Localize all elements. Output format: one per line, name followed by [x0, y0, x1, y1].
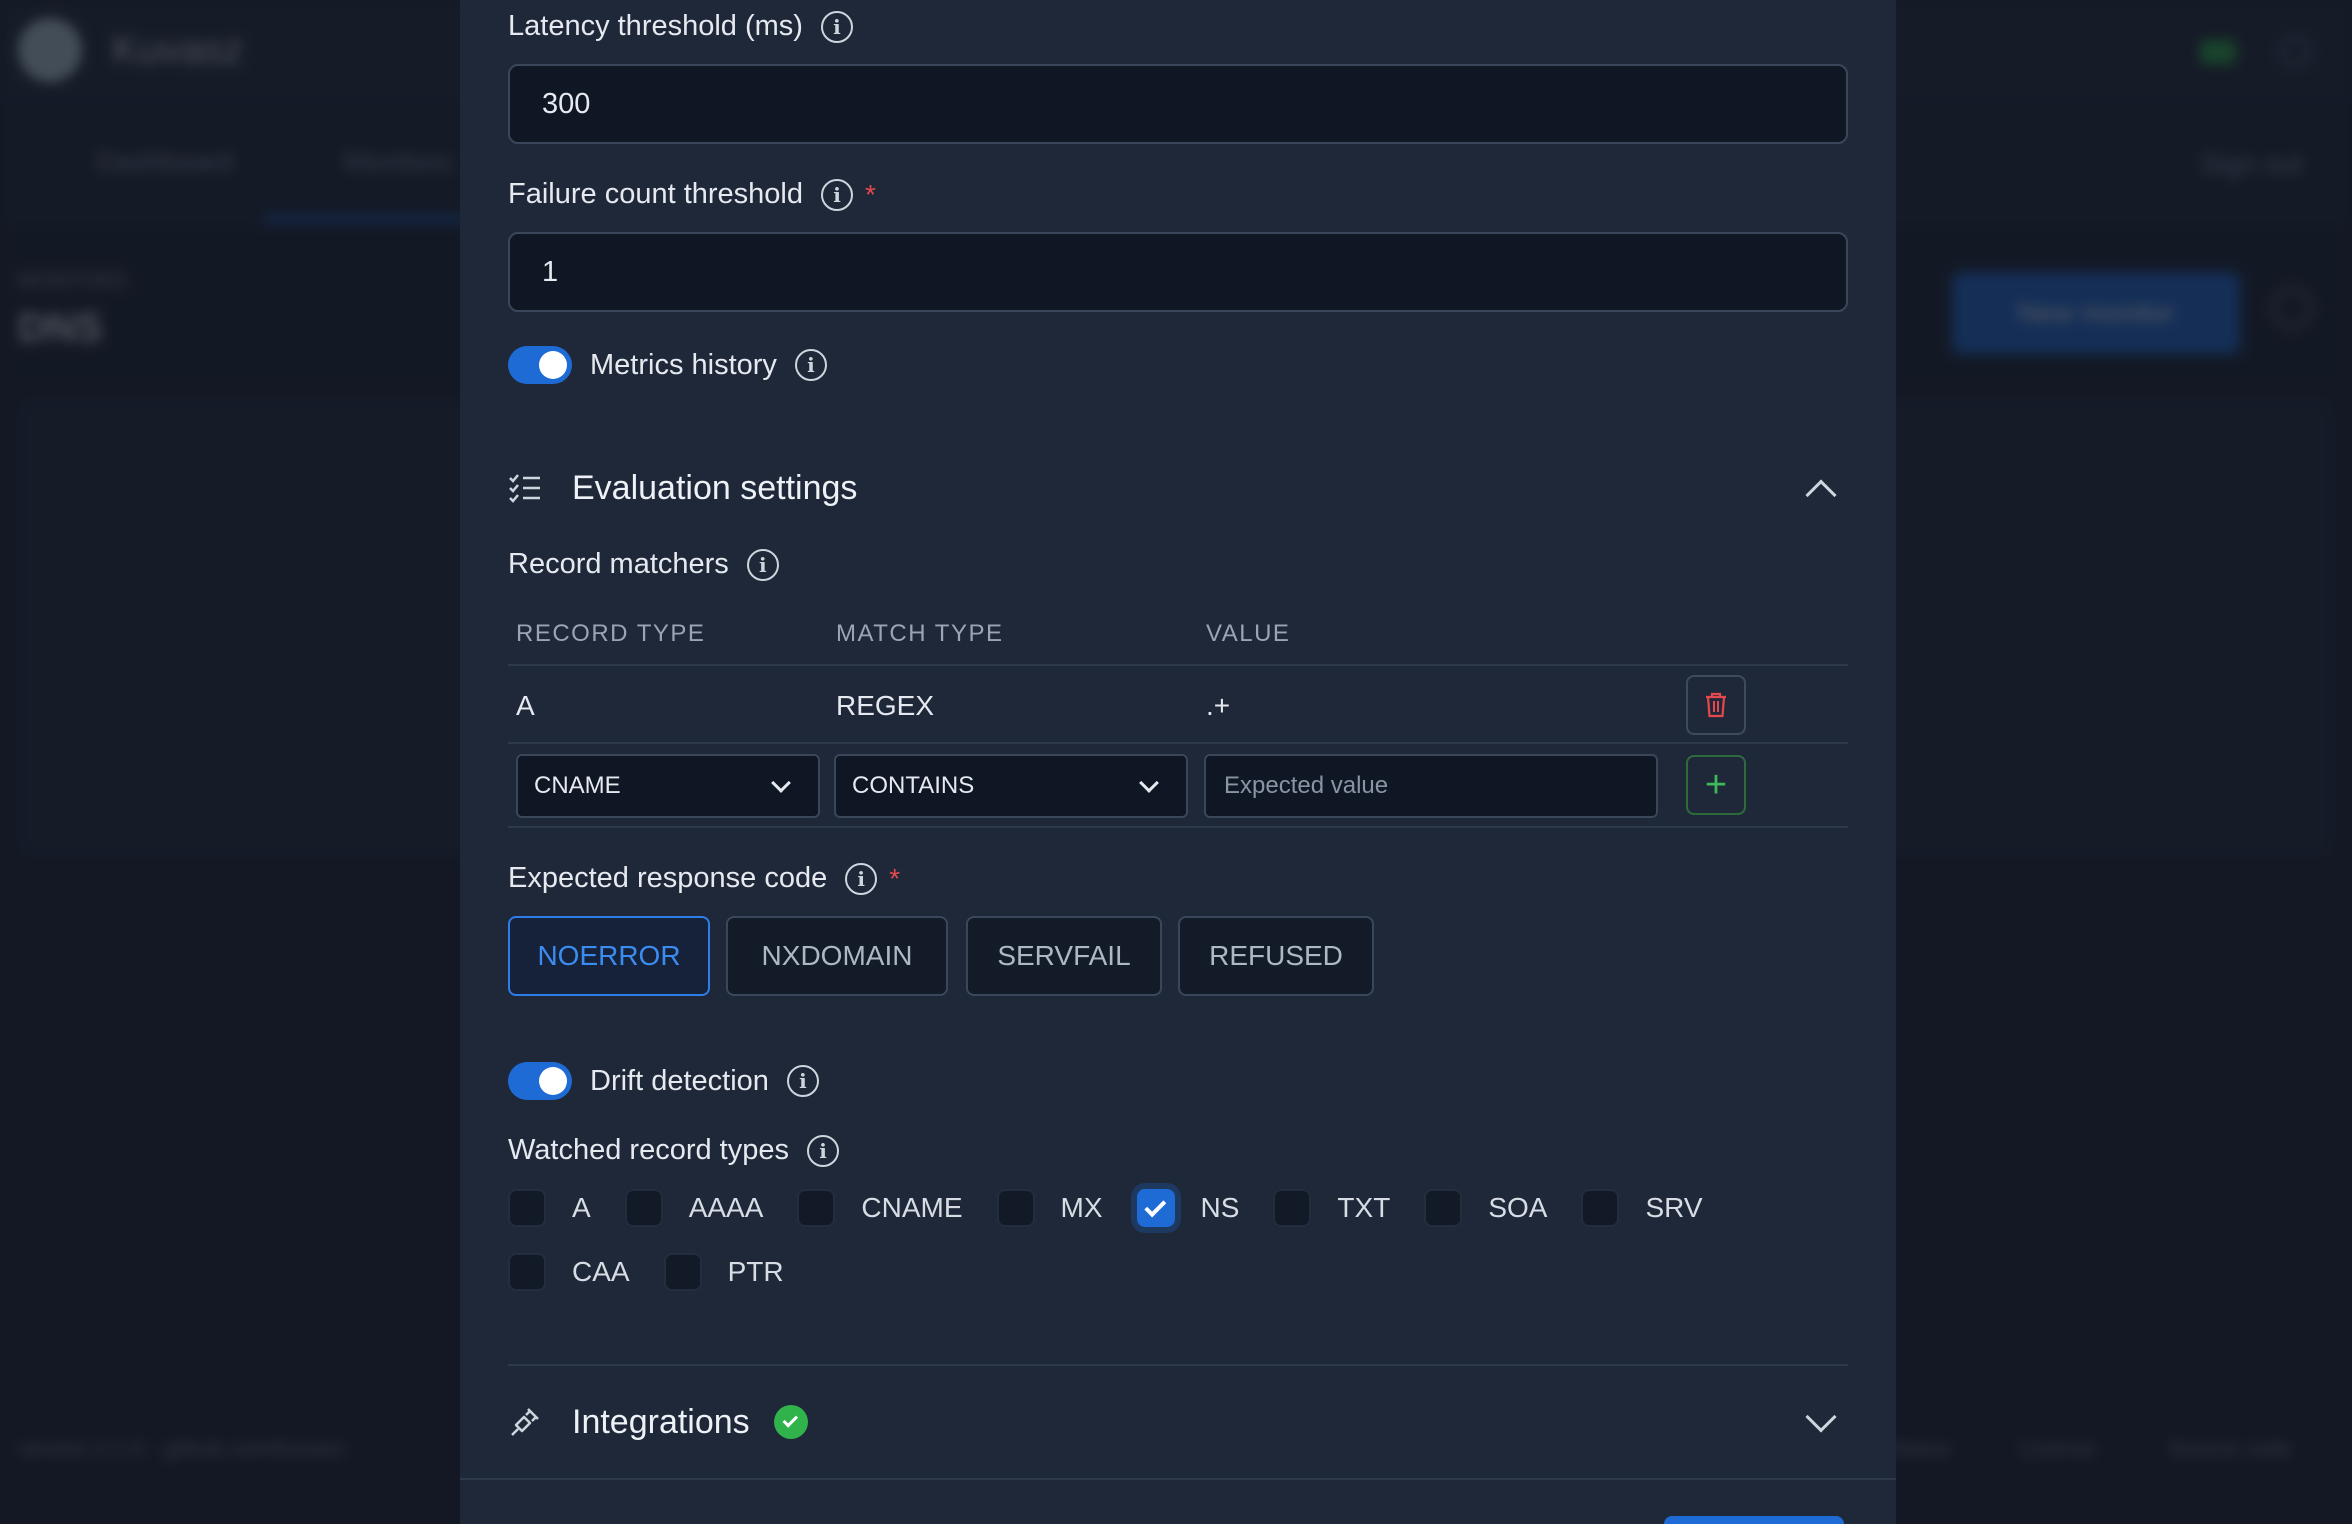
failure-label-row: Failure count threshold i * — [508, 178, 876, 211]
checkbox-ns[interactable] — [1136, 1189, 1175, 1227]
chevron-up-icon[interactable] — [1805, 479, 1837, 511]
watched-type-mx[interactable]: MX — [996, 1189, 1103, 1227]
record-matchers-label: Record matchers — [508, 548, 729, 580]
watched-type-ptr[interactable]: PTR — [663, 1253, 784, 1291]
response-code-servfail[interactable]: SERVFAIL — [966, 916, 1162, 996]
checkbox-label: NS — [1200, 1192, 1240, 1223]
checkbox-srv[interactable] — [1581, 1189, 1620, 1227]
column-header-record-type: RECORD TYPE — [516, 620, 706, 647]
chevron-down-icon[interactable] — [1805, 1401, 1837, 1433]
failure-count-input[interactable]: 1 — [508, 232, 1848, 312]
response-code-noerror[interactable]: NOERROR — [508, 916, 710, 996]
checkbox-mx[interactable] — [996, 1189, 1035, 1227]
match-type-select-value: CONTAINS — [852, 772, 975, 799]
watched-type-ns[interactable]: NS — [1136, 1189, 1240, 1227]
checkbox-aaaa[interactable] — [624, 1189, 663, 1227]
watched-type-txt[interactable]: TXT — [1273, 1189, 1390, 1227]
info-icon[interactable]: i — [820, 10, 853, 43]
drift-detection-row: Drift detection i — [508, 1062, 819, 1100]
check-icon — [1143, 1194, 1166, 1217]
match-type-select[interactable]: CONTAINS — [834, 754, 1188, 818]
watched-types-row-1: A AAAA CNAME MX NS TXT SOA SRV — [508, 1189, 1737, 1227]
watched-type-srv[interactable]: SRV — [1581, 1189, 1703, 1227]
table-divider — [508, 664, 1848, 666]
checkbox-label: SRV — [1645, 1192, 1703, 1223]
checkbox-a[interactable] — [508, 1189, 546, 1227]
watched-type-cname[interactable]: CNAME — [797, 1189, 963, 1227]
response-code-label-row: Expected response code i * — [508, 862, 900, 895]
response-code-refused[interactable]: REFUSED — [1178, 916, 1374, 996]
checkbox-label: CNAME — [861, 1192, 963, 1223]
watched-type-soa[interactable]: SOA — [1424, 1189, 1547, 1227]
info-icon[interactable]: i — [845, 862, 878, 895]
latency-threshold-input[interactable]: 300 — [508, 64, 1848, 144]
evaluation-settings-header[interactable]: Evaluation settings — [508, 458, 1848, 518]
required-marker: * — [865, 178, 876, 210]
evaluation-settings-title: Evaluation settings — [572, 468, 858, 507]
metrics-history-label: Metrics history — [590, 348, 777, 381]
checkbox-txt[interactable] — [1273, 1189, 1312, 1227]
row-record-type: A — [516, 690, 535, 721]
checklist-icon — [509, 474, 540, 503]
watched-types-label-row: Watched record types i — [508, 1134, 839, 1167]
integrations-title: Integrations — [572, 1402, 750, 1441]
info-icon[interactable]: i — [746, 548, 779, 581]
record-matchers-label-row: Record matchers i — [508, 548, 779, 581]
checkbox-ptr[interactable] — [663, 1253, 702, 1291]
metrics-history-row: Metrics history i — [508, 346, 827, 384]
checkbox-cname[interactable] — [797, 1189, 836, 1227]
drift-detection-label: Drift detection — [590, 1064, 769, 1097]
checkbox-label: TXT — [1337, 1192, 1391, 1223]
info-icon[interactable]: i — [786, 1065, 819, 1097]
failure-label: Failure count threshold — [508, 178, 803, 210]
success-check-icon — [773, 1405, 808, 1439]
table-divider — [508, 826, 1848, 828]
checkbox-caa[interactable] — [508, 1253, 546, 1291]
add-row-button[interactable]: + — [1686, 755, 1746, 815]
metrics-history-toggle[interactable] — [508, 346, 572, 384]
delete-row-button[interactable] — [1686, 675, 1746, 735]
watched-types-row-2: CAA PTR — [508, 1253, 818, 1291]
chevron-down-icon — [771, 773, 791, 793]
watched-types-label: Watched record types — [508, 1134, 789, 1166]
chevron-down-icon — [1139, 773, 1159, 793]
latency-label: Latency threshold (ms) — [508, 10, 803, 42]
expected-value-input[interactable]: Expected value — [1204, 754, 1658, 818]
checkbox-label: CAA — [572, 1256, 630, 1287]
row-value: .+ — [1206, 690, 1231, 721]
integrations-header[interactable]: Integrations — [508, 1392, 1848, 1452]
checkbox-soa[interactable] — [1424, 1189, 1463, 1227]
column-header-value: VALUE — [1206, 620, 1291, 647]
checkbox-label: AAAA — [688, 1192, 764, 1223]
submit-button[interactable] — [1664, 1516, 1844, 1524]
info-icon[interactable]: i — [794, 349, 827, 381]
checkbox-label: SOA — [1488, 1192, 1548, 1223]
checkbox-label: A — [572, 1192, 591, 1223]
plus-icon: + — [1704, 764, 1728, 806]
required-marker: * — [889, 862, 901, 894]
watched-type-a[interactable]: A — [508, 1189, 591, 1227]
response-code-nxdomain[interactable]: NXDOMAIN — [726, 916, 948, 996]
table-divider — [508, 742, 1848, 744]
section-divider — [508, 1364, 1848, 1366]
footer-divider — [460, 1478, 1896, 1480]
trash-icon — [1706, 692, 1726, 718]
column-header-match-type: MATCH TYPE — [836, 620, 1004, 647]
record-type-select[interactable]: CNAME — [516, 754, 820, 818]
plug-icon — [511, 1408, 539, 1436]
checkbox-label: MX — [1060, 1192, 1103, 1223]
monitor-form-panel: Latency threshold (ms) i 300 Failure cou… — [460, 0, 1896, 1524]
info-icon[interactable]: i — [807, 1134, 839, 1167]
checkbox-label: PTR — [727, 1256, 784, 1287]
drift-detection-toggle[interactable] — [508, 1062, 572, 1100]
watched-type-aaaa[interactable]: AAAA — [624, 1189, 764, 1227]
watched-type-caa[interactable]: CAA — [508, 1253, 630, 1291]
info-icon[interactable]: i — [821, 178, 853, 211]
response-code-label: Expected response code — [508, 862, 828, 894]
row-match-type: REGEX — [836, 690, 935, 721]
latency-label-row: Latency threshold (ms) i — [508, 10, 853, 43]
record-type-select-value: CNAME — [534, 772, 621, 799]
